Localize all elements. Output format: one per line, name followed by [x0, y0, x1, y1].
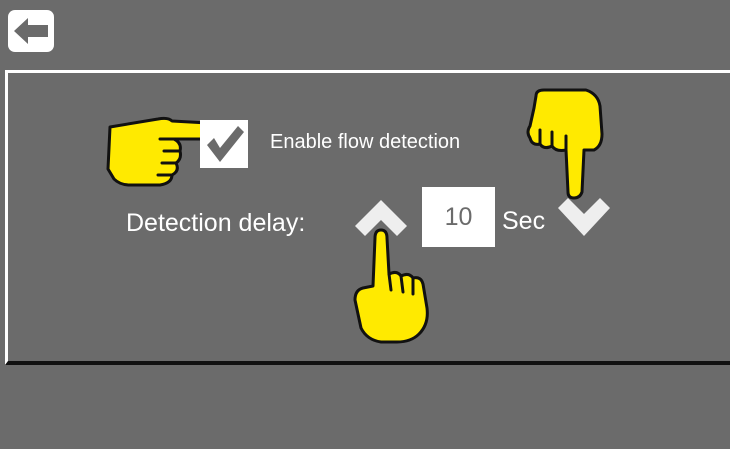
detection-delay-label: Detection delay: [126, 209, 306, 237]
delay-unit-label: Sec [502, 207, 546, 235]
pointing-hand-up-icon [353, 228, 429, 344]
flow-detection-screen: Enable flow detection Detection delay: 1… [0, 0, 730, 449]
back-button[interactable] [8, 10, 54, 52]
checkmark-icon [207, 126, 244, 162]
pointing-hand-down-icon [526, 88, 604, 200]
enable-flow-checkbox[interactable] [200, 120, 248, 168]
enable-flow-label: Enable flow detection [270, 131, 461, 153]
chevron-down-icon [558, 198, 610, 236]
arrow-left-icon [14, 18, 48, 44]
pointing-hand-right-icon [106, 116, 215, 187]
decrease-delay-button[interactable] [556, 196, 612, 240]
